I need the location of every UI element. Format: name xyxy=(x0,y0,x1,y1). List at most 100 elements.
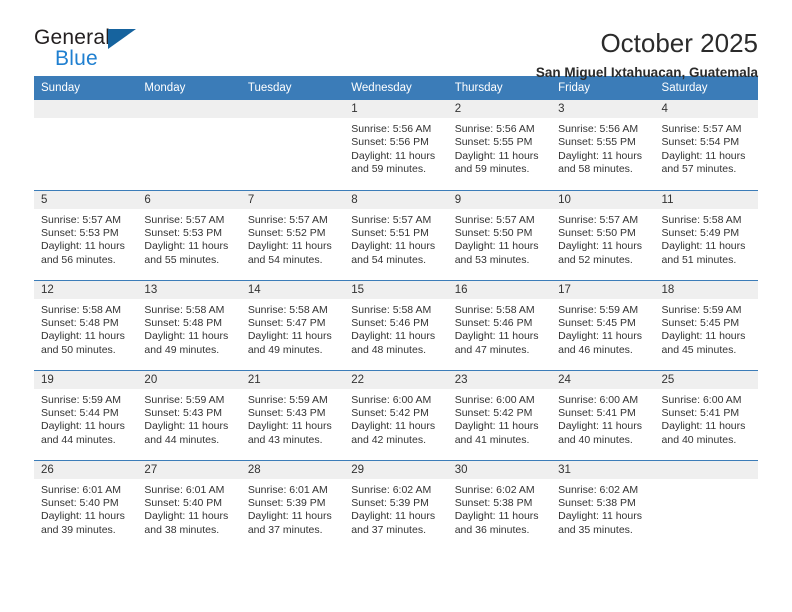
calendar-day-cell[interactable]: 4 Sunrise: 5:57 AM Sunset: 5:54 PM Daylight… xyxy=(654,100,758,190)
day-number: 22 xyxy=(344,370,448,389)
day-number: 15 xyxy=(344,280,448,299)
day-details: Sunrise: 6:00 AM Sunset: 5:42 PM Daylight:… xyxy=(344,389,447,448)
daylight-text-line1: Daylight: 11 hours xyxy=(247,240,332,253)
day-details: Sunrise: 5:58 AM Sunset: 5:49 PM Daylight:… xyxy=(655,209,758,268)
calendar-day-cell[interactable]: 11 Sunrise: 5:58 AM Sunset: 5:49 PM Dayligh… xyxy=(654,189,758,280)
daylight-text-line1: Daylight: 11 hours xyxy=(247,510,332,523)
calendar-week-row: 19 Sunrise: 5:59 AM Sunset: 5:44 PM Dayligh… xyxy=(34,369,758,460)
calendar-day-cell[interactable]: 23 Sunrise: 6:00 AM Sunset: 5:42 PM Dayligh… xyxy=(447,369,552,460)
sunrise-text: Sunrise: 5:59 AM xyxy=(144,393,225,406)
day-number xyxy=(34,100,138,118)
calendar-day-cell[interactable]: 1 Sunrise: 5:56 AM Sunset: 5:56 PM Daylight… xyxy=(344,100,448,190)
daylight-text-line2: and 54 minutes. xyxy=(351,253,426,266)
sunset-text: Sunset: 5:45 PM xyxy=(558,316,636,329)
calendar-page: General Blue October 2025 San Miguel Ixt… xyxy=(0,0,792,612)
calendar-week-row: 1 Sunrise: 5:56 AM Sunset: 5:56 PM Daylight… xyxy=(34,100,758,190)
day-number: 30 xyxy=(447,460,552,479)
daylight-text-line2: and 42 minutes. xyxy=(351,433,426,446)
daylight-text-line2: and 37 minutes. xyxy=(351,523,426,536)
daylight-text-line1: Daylight: 11 hours xyxy=(661,330,746,343)
calendar-day-cell[interactable]: 3 Sunrise: 5:56 AM Sunset: 5:55 PM Daylight… xyxy=(551,100,655,190)
daylight-text-line2: and 55 minutes. xyxy=(144,253,220,266)
daylight-text-line2: and 59 minutes. xyxy=(351,163,426,176)
calendar-day-cell[interactable]: 28 Sunrise: 6:01 AM Sunset: 5:39 PM Dayligh… xyxy=(240,459,345,550)
calendar-day-cell[interactable]: 15 Sunrise: 5:58 AM Sunset: 5:46 PM Dayligh… xyxy=(344,279,448,370)
day-details: Sunrise: 6:00 AM Sunset: 5:41 PM Daylight:… xyxy=(551,389,654,448)
sunrise-text: Sunrise: 5:57 AM xyxy=(247,213,328,226)
day-number: 28 xyxy=(240,460,345,479)
daylight-text-line2: and 40 minutes. xyxy=(661,433,737,446)
day-details: Sunrise: 6:01 AM Sunset: 5:40 PM Daylight:… xyxy=(34,479,137,538)
sunrise-text: Sunrise: 5:57 AM xyxy=(661,123,742,135)
daylight-text-line2: and 48 minutes. xyxy=(351,343,426,356)
calendar-day-cell[interactable]: 17 Sunrise: 5:59 AM Sunset: 5:45 PM Dayligh… xyxy=(551,279,655,370)
day-number xyxy=(654,460,758,479)
calendar-day-cell[interactable]: 16 Sunrise: 5:58 AM Sunset: 5:46 PM Dayligh… xyxy=(447,279,552,370)
calendar-day-cell[interactable]: 14 Sunrise: 5:58 AM Sunset: 5:47 PM Dayligh… xyxy=(240,279,345,370)
calendar-day-cell[interactable]: 7 Sunrise: 5:57 AM Sunset: 5:52 PM Daylight… xyxy=(240,189,345,280)
calendar-day-cell[interactable]: 21 Sunrise: 5:59 AM Sunset: 5:43 PM Dayligh… xyxy=(240,369,345,460)
calendar-day-cell[interactable]: 5 Sunrise: 5:57 AM Sunset: 5:53 PM Daylight… xyxy=(34,189,138,280)
calendar-day-cell[interactable]: 18 Sunrise: 5:59 AM Sunset: 5:45 PM Dayligh… xyxy=(654,279,758,370)
calendar-day-cell[interactable]: 29 Sunrise: 6:02 AM Sunset: 5:39 PM Dayligh… xyxy=(344,459,448,550)
daylight-text-line2: and 57 minutes. xyxy=(661,163,737,176)
calendar-day-cell[interactable]: 20 Sunrise: 5:59 AM Sunset: 5:43 PM Dayligh… xyxy=(137,369,241,460)
calendar-day-cell[interactable]: 24 Sunrise: 6:00 AM Sunset: 5:41 PM Dayligh… xyxy=(551,369,655,460)
calendar-day-cell[interactable]: 25 Sunrise: 6:00 AM Sunset: 5:41 PM Dayligh… xyxy=(654,369,758,460)
day-details: Sunrise: 5:59 AM Sunset: 5:45 PM Daylight:… xyxy=(655,299,758,358)
weekday-header-sunday: Sunday xyxy=(34,76,138,100)
calendar-day-cell[interactable]: 19 Sunrise: 5:59 AM Sunset: 5:44 PM Dayligh… xyxy=(34,369,138,460)
calendar-day-cell[interactable]: 9 Sunrise: 5:57 AM Sunset: 5:50 PM Daylight… xyxy=(447,189,552,280)
calendar-body: 1 Sunrise: 5:56 AM Sunset: 5:56 PM Daylight… xyxy=(34,100,758,550)
day-number: 23 xyxy=(447,370,552,389)
daylight-text-line1: Daylight: 11 hours xyxy=(454,330,539,343)
sunset-text: Sunset: 5:43 PM xyxy=(144,406,223,419)
daylight-text-line1: Daylight: 11 hours xyxy=(454,149,539,162)
day-details: Sunrise: 5:57 AM Sunset: 5:53 PM Daylight:… xyxy=(137,209,240,268)
sunrise-text: Sunrise: 5:58 AM xyxy=(454,303,535,316)
calendar-day-cell[interactable]: 31 Sunrise: 6:02 AM Sunset: 5:38 PM Dayligh… xyxy=(551,459,655,550)
sunset-text: Sunset: 5:43 PM xyxy=(247,406,326,419)
calendar-day-cell[interactable]: 13 Sunrise: 5:58 AM Sunset: 5:48 PM Dayligh… xyxy=(137,279,241,370)
sunrise-text: Sunrise: 5:57 AM xyxy=(41,213,121,226)
day-details: Sunrise: 6:02 AM Sunset: 5:38 PM Daylight:… xyxy=(551,479,654,538)
day-details: Sunrise: 5:58 AM Sunset: 5:46 PM Daylight:… xyxy=(448,299,551,358)
day-details: Sunrise: 6:02 AM Sunset: 5:38 PM Daylight:… xyxy=(448,479,551,538)
calendar-day-cell[interactable]: 22 Sunrise: 6:00 AM Sunset: 5:42 PM Dayligh… xyxy=(344,369,448,460)
calendar-day-cell[interactable]: 27 Sunrise: 6:01 AM Sunset: 5:40 PM Dayligh… xyxy=(137,459,241,550)
daylight-text-line1: Daylight: 11 hours xyxy=(454,240,539,253)
daylight-text-line1: Daylight: 11 hours xyxy=(351,240,436,253)
daylight-text-line2: and 51 minutes. xyxy=(661,253,737,266)
sunrise-text: Sunrise: 5:56 AM xyxy=(454,123,535,135)
day-number xyxy=(137,100,241,118)
sunrise-text: Sunrise: 6:00 AM xyxy=(351,393,432,406)
sunrise-text: Sunrise: 5:59 AM xyxy=(661,303,742,316)
calendar-day-cell[interactable]: 6 Sunrise: 5:57 AM Sunset: 5:53 PM Daylight… xyxy=(137,189,241,280)
daylight-text-line1: Daylight: 11 hours xyxy=(144,510,229,523)
daylight-text-line2: and 50 minutes. xyxy=(41,343,116,356)
calendar-day-cell[interactable]: 12 Sunrise: 5:58 AM Sunset: 5:48 PM Dayligh… xyxy=(34,279,138,370)
daylight-text-line1: Daylight: 11 hours xyxy=(41,420,125,433)
calendar-day-cell[interactable]: 10 Sunrise: 5:57 AM Sunset: 5:50 PM Dayligh… xyxy=(551,189,655,280)
day-number: 26 xyxy=(34,460,138,479)
calendar-day-cell[interactable]: 2 Sunrise: 5:56 AM Sunset: 5:55 PM Daylight… xyxy=(447,100,552,190)
sunrise-text: Sunrise: 6:01 AM xyxy=(41,483,121,496)
day-number: 13 xyxy=(137,280,241,299)
day-number: 12 xyxy=(34,280,138,299)
daylight-text-line1: Daylight: 11 hours xyxy=(454,510,539,523)
day-details: Sunrise: 6:01 AM Sunset: 5:39 PM Daylight:… xyxy=(241,479,344,538)
calendar-day-cell[interactable]: 26 Sunrise: 6:01 AM Sunset: 5:40 PM Dayligh… xyxy=(34,459,138,550)
daylight-text-line2: and 59 minutes. xyxy=(454,163,530,176)
sunset-text: Sunset: 5:54 PM xyxy=(661,136,740,149)
generalblue-logo[interactable]: General Blue xyxy=(34,26,144,72)
calendar-day-cell[interactable]: 8 Sunrise: 5:57 AM Sunset: 5:51 PM Daylight… xyxy=(344,189,448,280)
day-details: Sunrise: 5:58 AM Sunset: 5:47 PM Daylight:… xyxy=(241,299,344,358)
calendar-day-cell[interactable]: 30 Sunrise: 6:02 AM Sunset: 5:38 PM Dayligh… xyxy=(447,459,552,550)
weekday-header-tuesday: Tuesday xyxy=(240,76,345,100)
calendar-week-row: 26 Sunrise: 6:01 AM Sunset: 5:40 PM Dayligh… xyxy=(34,459,758,550)
day-details: Sunrise: 5:57 AM Sunset: 5:51 PM Daylight:… xyxy=(344,209,447,268)
day-details: Sunrise: 6:01 AM Sunset: 5:40 PM Daylight:… xyxy=(137,479,240,538)
daylight-text-line1: Daylight: 11 hours xyxy=(144,240,229,253)
calendar-week-row: 5 Sunrise: 5:57 AM Sunset: 5:53 PM Daylight… xyxy=(34,189,758,280)
day-number: 11 xyxy=(654,190,758,209)
